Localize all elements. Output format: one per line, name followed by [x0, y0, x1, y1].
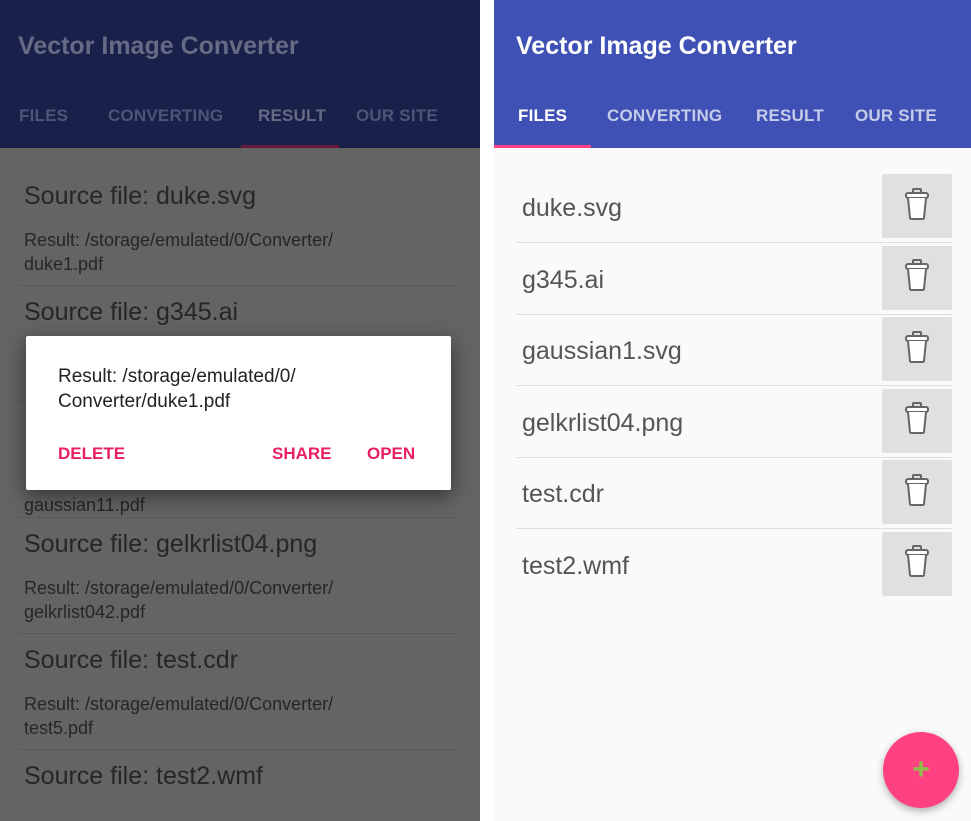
- file-name: gelkrlist04.png: [522, 408, 684, 437]
- plus-icon: +: [912, 753, 930, 786]
- source-file-label: Source file: g345.ai: [24, 298, 239, 326]
- file-row[interactable]: gelkrlist04.png: [516, 387, 952, 458]
- source-file-label: Source file: test2.wmf: [24, 762, 263, 790]
- trash-icon: [904, 473, 930, 512]
- file-name: test2.wmf: [522, 551, 629, 580]
- result-item[interactable]: Source file: test.cdr Result: /storage/e…: [18, 634, 458, 750]
- delete-file-button[interactable]: [882, 317, 952, 381]
- result-path: Result: /storage/emulated/0/Converter/du…: [24, 230, 334, 274]
- trash-icon: [904, 401, 930, 440]
- tab-files[interactable]: FILES: [518, 106, 567, 126]
- delete-button[interactable]: DELETE: [58, 444, 125, 464]
- files-screen: Vector Image Converter FILES CONVERTING …: [494, 0, 971, 821]
- delete-file-button[interactable]: [882, 531, 952, 596]
- file-name: gaussian1.svg: [522, 337, 682, 365]
- result-path: gaussian11.pdf: [24, 495, 145, 515]
- file-row[interactable]: duke.svg: [516, 172, 952, 243]
- app-bar: Vector Image Converter FILES CONVERTING …: [494, 0, 971, 148]
- tab-files[interactable]: FILES: [19, 106, 68, 126]
- tab-indicator: [494, 145, 591, 148]
- app-title: Vector Image Converter: [516, 32, 797, 60]
- tab-result[interactable]: RESULT: [258, 106, 326, 126]
- trash-icon: [904, 187, 930, 226]
- delete-file-button[interactable]: [882, 174, 952, 238]
- tab-result[interactable]: RESULT: [756, 106, 824, 126]
- trash-icon: [904, 544, 930, 583]
- file-name: duke.svg: [522, 194, 623, 222]
- result-screen-dimmed[interactable]: Vector Image Converter FILES CONVERTING …: [0, 0, 480, 821]
- result-item[interactable]: Source file: gelkrlist04.png Result: /st…: [18, 518, 458, 634]
- file-row[interactable]: test.cdr: [516, 458, 952, 529]
- result-path: Result: /storage/emulated/0/Converter/te…: [24, 694, 334, 738]
- dialog-message: Result: /storage/emulated/0/Converter/du…: [58, 366, 296, 412]
- open-button[interactable]: OPEN: [367, 444, 415, 464]
- file-row[interactable]: gaussian1.svg: [516, 315, 952, 386]
- source-file-label: Source file: gelkrlist04.png: [24, 530, 318, 558]
- tab-converting[interactable]: CONVERTING: [108, 106, 223, 126]
- add-file-button[interactable]: +: [883, 732, 959, 808]
- app-title: Vector Image Converter: [18, 32, 299, 60]
- tab-converting[interactable]: CONVERTING: [607, 106, 722, 126]
- share-button[interactable]: SHARE: [272, 444, 332, 464]
- tab-our-site[interactable]: OUR SITE: [356, 106, 438, 126]
- delete-file-button[interactable]: [882, 388, 952, 453]
- tab-our-site[interactable]: OUR SITE: [855, 106, 937, 126]
- result-item[interactable]: Source file: test2.wmf: [18, 750, 458, 810]
- source-file-label: Source file: duke.svg: [24, 182, 257, 210]
- delete-file-button[interactable]: [882, 460, 952, 524]
- result-dialog: Result: /storage/emulated/0/Converter/du…: [26, 336, 451, 490]
- source-file-label: Source file: test.cdr: [24, 646, 238, 674]
- delete-file-button[interactable]: [882, 245, 952, 310]
- file-row[interactable]: test2.wmf: [516, 530, 952, 601]
- trash-icon: [904, 330, 930, 369]
- tab-indicator: [241, 145, 339, 148]
- result-path: Result: /storage/emulated/0/Converter/ge…: [24, 578, 334, 622]
- result-item[interactable]: Source file: duke.svg Result: /storage/e…: [18, 170, 458, 286]
- file-name: test.cdr: [522, 480, 604, 508]
- trash-icon: [904, 258, 930, 297]
- app-bar: Vector Image Converter FILES CONVERTING …: [0, 0, 480, 148]
- file-row[interactable]: g345.ai: [516, 244, 952, 315]
- file-name: g345.ai: [522, 265, 605, 294]
